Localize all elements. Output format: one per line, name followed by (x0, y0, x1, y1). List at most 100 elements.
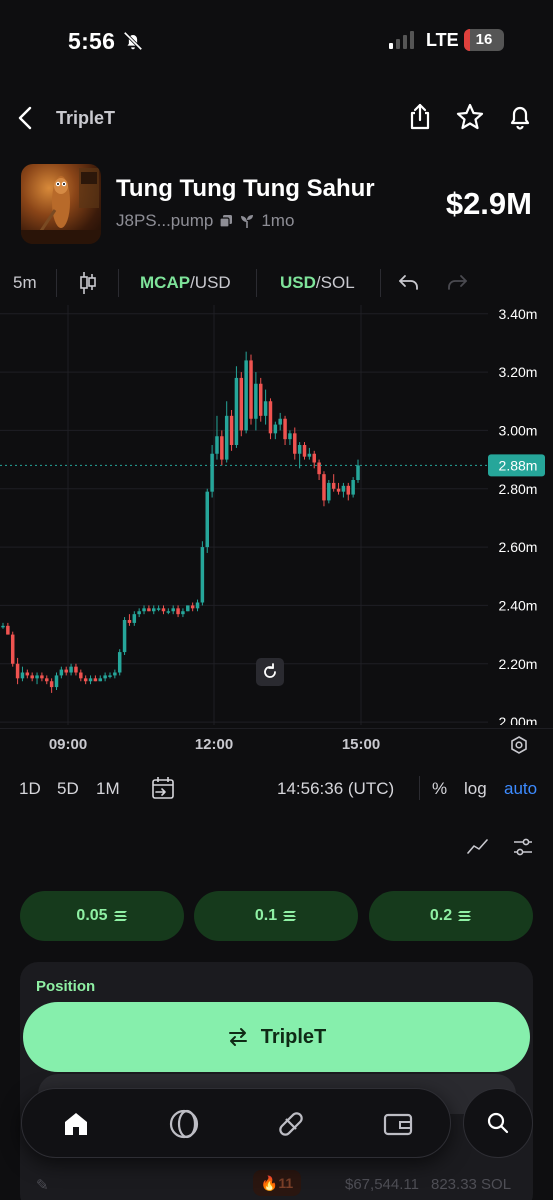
signal-icon (389, 31, 414, 49)
candle (341, 485, 346, 492)
candlestick-icon[interactable] (79, 270, 97, 296)
price-tick: 3.40m (499, 306, 538, 322)
bottom-nav (21, 1088, 451, 1158)
sprout-icon (241, 215, 254, 228)
candle (64, 669, 68, 673)
undo-icon[interactable] (398, 272, 420, 292)
sol-icon (458, 911, 472, 921)
candle (40, 675, 44, 679)
wallet-icon (383, 1113, 413, 1136)
candle (20, 672, 25, 679)
candle (224, 415, 229, 460)
candle (59, 669, 64, 676)
battery-level: 16 (475, 31, 493, 48)
range-bar: 1D 5D 1M 14:56:36 (UTC) % log auto (0, 776, 553, 800)
token-meta: J8PS...pump 1mo (116, 211, 294, 231)
price-tick: 2.60m (499, 539, 538, 555)
amount-button-0[interactable]: 0.05 (20, 891, 184, 941)
candle (283, 418, 287, 440)
reset-chart-icon[interactable] (256, 658, 284, 686)
calendar-goto-icon[interactable] (151, 776, 177, 800)
back-icon[interactable] (14, 104, 38, 132)
price-tick: 2.20m (499, 656, 538, 672)
current-price-label: 2.88m (499, 457, 538, 473)
nav-pill[interactable] (273, 1106, 309, 1142)
candle (15, 663, 20, 679)
sliders-icon[interactable] (512, 836, 534, 858)
swap-icon (228, 1028, 247, 1046)
amount-button-1[interactable]: 0.1 (194, 891, 358, 941)
bell-icon[interactable] (505, 102, 535, 132)
candle (122, 620, 127, 653)
candle (336, 488, 341, 492)
nav-home[interactable] (58, 1106, 94, 1142)
candle (249, 360, 253, 419)
candle (161, 608, 166, 612)
candle (293, 433, 297, 454)
range-1d[interactable]: 1D (19, 779, 41, 799)
candle (137, 611, 141, 615)
usd-sol-toggle[interactable]: USD/SOL (280, 273, 355, 293)
redo-icon[interactable] (446, 272, 468, 292)
token-name: Tung Tung Tung Sahur (116, 175, 375, 202)
candle (142, 608, 146, 612)
time-tick: 12:00 (194, 736, 234, 753)
balance-sol: 823.33 SOL (431, 1176, 512, 1193)
battery-icon: 16 (464, 29, 504, 51)
candle (258, 383, 263, 416)
chart-toolbar: 5m MCAP/USD USD/SOL (0, 265, 553, 301)
market-cap-value: $2.9M (445, 186, 532, 221)
share-icon[interactable] (405, 102, 435, 132)
header-title[interactable]: TripleT (56, 108, 115, 129)
search-button[interactable] (463, 1088, 533, 1158)
candle (166, 611, 171, 613)
candle (297, 445, 302, 454)
candle (1, 625, 5, 628)
edit-icon[interactable]: ✎ (36, 1176, 49, 1194)
orb-icon (169, 1109, 199, 1139)
interval-selector[interactable]: 5m (13, 273, 37, 293)
percent-toggle[interactable]: % (432, 779, 447, 799)
trade-button[interactable]: TripleT (23, 1002, 530, 1072)
candle (317, 462, 321, 475)
candle (98, 678, 103, 682)
price-tick: 3.00m (499, 422, 538, 438)
range-1m[interactable]: 1M (96, 779, 120, 799)
token-age: 1mo (261, 211, 295, 230)
candle (229, 415, 234, 445)
candle (30, 675, 34, 679)
candle (331, 482, 336, 489)
position-title: Position (36, 978, 96, 995)
candle (220, 436, 224, 460)
search-icon (487, 1112, 509, 1134)
nav-explore[interactable] (166, 1106, 202, 1142)
line-chart-icon[interactable] (467, 838, 489, 856)
candle (103, 675, 107, 679)
sol-icon (113, 911, 127, 921)
candle (210, 453, 214, 492)
token-address[interactable]: J8PS...pump (116, 211, 213, 231)
candle (93, 678, 98, 682)
candle (176, 608, 180, 615)
candle (35, 675, 39, 679)
candle (108, 675, 112, 677)
balance-usd: $67,544.11 (345, 1176, 419, 1193)
candle (200, 547, 205, 603)
auto-toggle[interactable]: auto (504, 779, 537, 799)
settings-hex-icon[interactable] (509, 735, 529, 755)
candle (327, 482, 331, 501)
status-bar: 5:56 LTE 16 (0, 0, 553, 80)
copy-icon[interactable] (219, 214, 233, 228)
nav-wallet[interactable] (380, 1106, 416, 1142)
candle (88, 678, 93, 682)
amount-button-2[interactable]: 0.2 (369, 891, 533, 941)
flames-badge: 🔥 11 (253, 1170, 301, 1196)
mcap-usd-toggle[interactable]: MCAP/USD (140, 273, 231, 293)
pill-icon (279, 1112, 303, 1136)
log-toggle[interactable]: log (464, 779, 487, 799)
range-5d[interactable]: 5D (57, 779, 79, 799)
star-icon[interactable] (455, 102, 485, 132)
candle (190, 605, 195, 609)
candle (49, 681, 54, 688)
candle (215, 436, 219, 454)
